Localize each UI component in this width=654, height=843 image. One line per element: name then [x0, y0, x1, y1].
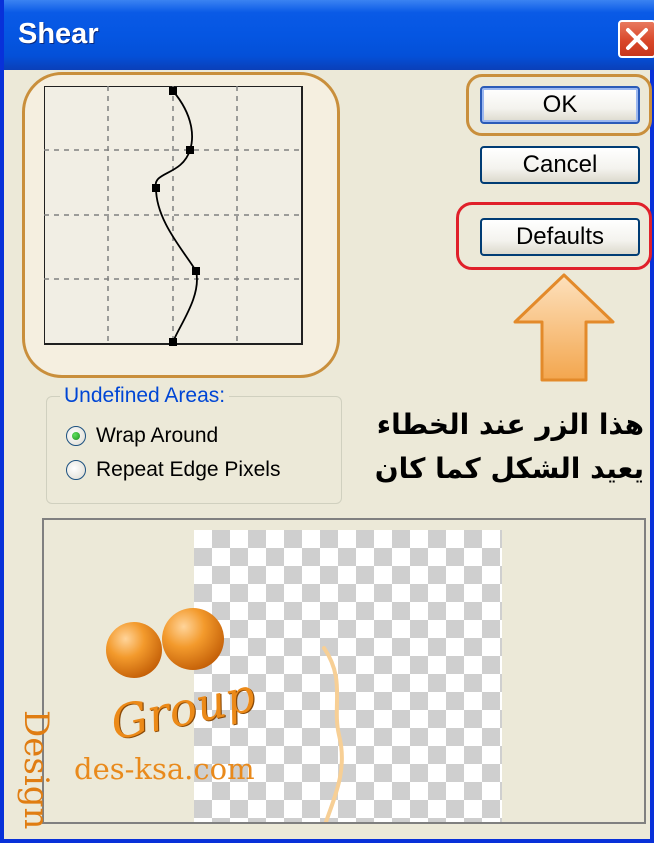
- close-icon: [626, 28, 648, 50]
- arrow-up-icon: [513, 273, 615, 382]
- undefined-areas-legend: Undefined Areas:: [60, 384, 230, 408]
- close-button[interactable]: [618, 20, 654, 58]
- repeat-edge-pixels-label[interactable]: Repeat Edge Pixels: [96, 458, 280, 482]
- wrap-around-label[interactable]: Wrap Around: [96, 424, 218, 448]
- defaults-button[interactable]: Defaults: [480, 218, 640, 256]
- logo-ball-right: [162, 608, 224, 670]
- curve-control-point[interactable]: [152, 184, 160, 192]
- preview-panel: Design Group des-ksa.com: [16, 518, 646, 829]
- dialog-title: Shear: [18, 18, 99, 50]
- watermark-design: Design: [16, 710, 56, 830]
- watermark-url: des-ksa.com: [74, 752, 255, 786]
- curve-control-point[interactable]: [192, 267, 200, 275]
- shear-dialog: Shear OK Cancel Defaults Undefined Areas…: [0, 0, 654, 843]
- annotation-line-2: يعيد الشكل كما كان: [374, 452, 644, 485]
- curve-control-point[interactable]: [186, 146, 194, 154]
- cancel-button[interactable]: Cancel: [480, 146, 640, 184]
- shear-curve-editor[interactable]: [44, 86, 304, 348]
- title-bar[interactable]: Shear: [4, 0, 654, 70]
- ok-button[interactable]: OK: [480, 86, 640, 124]
- logo-ball-left: [106, 622, 162, 678]
- undefined-areas-group: [46, 396, 342, 504]
- curve-control-point[interactable]: [169, 338, 177, 346]
- curve-control-point[interactable]: [169, 87, 177, 95]
- wrap-around-radio[interactable]: [66, 426, 86, 446]
- repeat-edge-pixels-radio[interactable]: [66, 460, 86, 480]
- annotation-line-1: هذا الزر عند الخطاء: [376, 408, 644, 441]
